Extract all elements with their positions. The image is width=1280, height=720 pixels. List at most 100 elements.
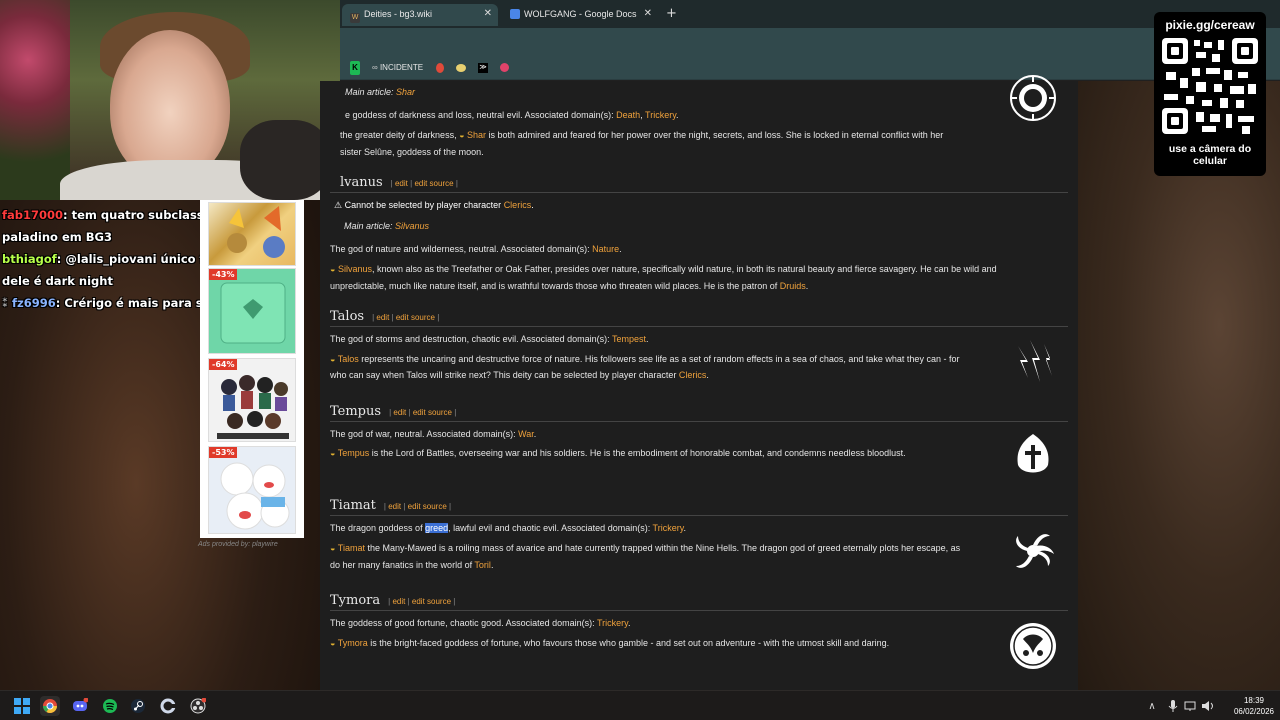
edit-link[interactable]: edit bbox=[388, 502, 401, 511]
tymora-heading: Tymora | edit | edit source | bbox=[330, 593, 455, 608]
bracket: | bbox=[391, 313, 394, 322]
talos-symbol-icon bbox=[1008, 336, 1058, 386]
domain-link-death[interactable]: Death bbox=[616, 110, 640, 120]
tab-deities[interactable]: W Deities - bg3.wiki ✕ bbox=[342, 4, 498, 26]
ad-green-pouch[interactable]: -43% bbox=[208, 268, 296, 354]
tiamat-link[interactable]: Tiamat bbox=[338, 543, 365, 553]
close-tab-icon[interactable]: ✕ bbox=[644, 8, 652, 19]
desc-text: The dragon goddess of bbox=[330, 523, 426, 533]
tab-bar: W Deities - bg3.wiki ✕ WOLFGANG - Google … bbox=[340, 0, 1280, 28]
heading-rule bbox=[330, 610, 1068, 611]
ad-pokemon-stickers[interactable] bbox=[208, 202, 296, 266]
clock-date: 06/02/2026 bbox=[1233, 707, 1274, 716]
edit-source-link[interactable]: edit source bbox=[412, 597, 451, 606]
chat-username: bthiagof bbox=[2, 252, 57, 266]
ad-image bbox=[217, 375, 289, 439]
clerics-link[interactable]: Clerics bbox=[679, 370, 707, 380]
discount-badge: -53% bbox=[209, 447, 238, 458]
chat-message: ⁑ fz6996: Crérigo é mais para suporte bbox=[2, 296, 246, 310]
talos-link[interactable]: Talos bbox=[338, 354, 359, 364]
bracket: | bbox=[437, 313, 440, 322]
chrome-icon[interactable] bbox=[40, 696, 60, 716]
tab-google-docs[interactable]: WOLFGANG - Google Docs ✕ bbox=[502, 4, 658, 26]
shar-main-article: Main article: Shar bbox=[345, 86, 415, 99]
silvanus-article-link[interactable]: Silvanus bbox=[395, 221, 429, 231]
edit-link[interactable]: edit bbox=[395, 179, 408, 188]
steam-icon[interactable] bbox=[128, 696, 148, 716]
bracket: | bbox=[410, 179, 413, 188]
druids-link[interactable]: Druids bbox=[780, 281, 806, 291]
bracket: | bbox=[449, 502, 452, 511]
clock-time: 18:39 bbox=[1243, 696, 1264, 705]
bracket: | bbox=[454, 408, 457, 417]
qr-code-icon bbox=[1162, 38, 1258, 134]
heading-text: Talos bbox=[330, 309, 365, 324]
bookmark-icon: ∞ bbox=[372, 63, 378, 72]
bookmark-red-icon[interactable] bbox=[436, 63, 444, 73]
tempus-link[interactable]: Tempus bbox=[338, 448, 370, 458]
domain-link-nature[interactable]: Nature bbox=[592, 244, 619, 254]
clerics-link[interactable]: Clerics bbox=[504, 200, 532, 210]
period: . bbox=[805, 281, 809, 291]
webcam-plant bbox=[0, 0, 70, 200]
ad-image bbox=[227, 206, 285, 258]
silvanus-link[interactable]: Silvanus bbox=[338, 264, 372, 274]
kick-bookmark-icon[interactable]: K bbox=[350, 61, 360, 75]
bracket: | bbox=[455, 179, 458, 188]
shar-article-link[interactable]: Shar bbox=[396, 87, 415, 97]
deity-emoji-icon: ◒ bbox=[330, 264, 336, 274]
edit-source-link[interactable]: edit source bbox=[413, 408, 452, 417]
discount-badge: -64% bbox=[209, 359, 238, 370]
edit-source-link[interactable]: edit source bbox=[408, 502, 447, 511]
address-bar[interactable] bbox=[340, 28, 1280, 56]
edit-source-link[interactable]: edit source bbox=[396, 313, 435, 322]
bracket: | bbox=[408, 408, 411, 417]
silvanus-main-article: Main article: Silvanus bbox=[344, 220, 429, 233]
windows-start-icon[interactable] bbox=[12, 696, 32, 716]
volume-icon[interactable] bbox=[1198, 696, 1218, 716]
bookmark-pink-icon[interactable] bbox=[500, 63, 509, 72]
edit-link[interactable]: edit bbox=[376, 313, 389, 322]
domain-link-war[interactable]: War bbox=[518, 429, 534, 439]
ad-column[interactable]: -43% -64% -53% bbox=[200, 200, 304, 538]
stream-chat: fab17000: tem quatro subclasses de palad… bbox=[2, 204, 264, 314]
docs-favicon-icon bbox=[510, 9, 520, 19]
desc-text: e goddess of darkness and loss, neutral … bbox=[345, 110, 617, 120]
domain-link-trickery[interactable]: Trickery bbox=[653, 523, 684, 533]
ad-plush-toys[interactable]: -53% bbox=[208, 446, 296, 534]
shar-lore-line2: sister Selûne, goddess of the moon. bbox=[340, 147, 484, 157]
edit-source-link[interactable]: edit source bbox=[414, 179, 453, 188]
lore-text: unpredictable, much like nature itself, … bbox=[330, 281, 780, 291]
bookmark-label: INCIDENTE bbox=[379, 63, 424, 72]
domain-link-trickery[interactable]: Trickery bbox=[645, 110, 676, 120]
period: . bbox=[628, 618, 631, 628]
spotify-icon[interactable] bbox=[100, 696, 120, 716]
chat-username: fz6996 bbox=[12, 296, 56, 310]
discord-icon[interactable] bbox=[70, 696, 90, 716]
edit-link[interactable]: edit bbox=[392, 597, 405, 606]
system-clock[interactable]: 18:39 06/02/2026 bbox=[1234, 695, 1274, 717]
edit-link[interactable]: edit bbox=[393, 408, 406, 417]
deity-emoji-icon: ◒ bbox=[459, 130, 465, 140]
domain-link-tempest[interactable]: Tempest bbox=[612, 334, 646, 344]
app-c-icon[interactable] bbox=[158, 696, 178, 716]
shar-link[interactable]: Shar bbox=[467, 130, 486, 140]
bookmark-incidente[interactable]: ∞ INCIDENTE bbox=[372, 61, 423, 75]
obs-icon[interactable] bbox=[188, 696, 208, 716]
close-tab-icon[interactable]: ✕ bbox=[484, 8, 492, 19]
network-icon[interactable] bbox=[1180, 696, 1200, 716]
toril-link[interactable]: Toril bbox=[474, 560, 491, 570]
ad-figure-set[interactable]: -64% bbox=[208, 358, 296, 442]
browser-window: W Deities - bg3.wiki ✕ WOLFGANG - Google … bbox=[320, 0, 1280, 690]
new-tab-button[interactable]: + bbox=[666, 6, 677, 21]
bracket: | bbox=[389, 408, 392, 417]
tray-chevron-up-icon[interactable]: ∧ bbox=[1142, 696, 1162, 716]
bookmark-yellow-icon[interactable] bbox=[456, 64, 466, 72]
tymora-link[interactable]: Tymora bbox=[338, 638, 368, 648]
tiamat-description: The dragon goddess of greed, lawful evil… bbox=[330, 522, 686, 535]
lore-text: do her many fanatics in the world of bbox=[330, 560, 475, 570]
terminal-bookmark-icon[interactable]: ≫ bbox=[478, 63, 488, 73]
domain-link-trickery[interactable]: Trickery bbox=[597, 618, 628, 628]
deity-emoji-icon: ◒ bbox=[330, 543, 336, 553]
chat-message-continued: paladino em BG3 bbox=[2, 226, 222, 248]
